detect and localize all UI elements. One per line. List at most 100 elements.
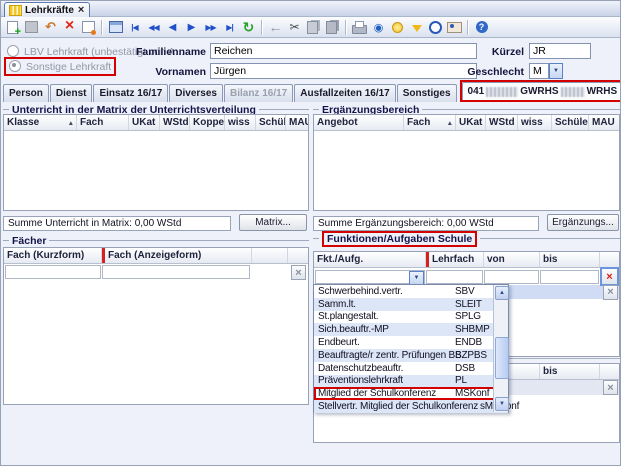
geschlecht-field[interactable]	[529, 63, 549, 79]
col-mau[interactable]: MAU	[286, 115, 308, 130]
col-klasse[interactable]: Klasse	[4, 115, 77, 130]
nav-next-icon[interactable]	[182, 19, 201, 36]
col-schueler[interactable]: Schüler	[256, 115, 286, 130]
nav-prev-icon[interactable]	[163, 19, 182, 36]
cut-icon[interactable]	[285, 19, 304, 36]
faecher-group-title: Fächer	[3, 234, 309, 247]
tab-dienst[interactable]: Dienst	[50, 84, 93, 102]
ergaenzung-table: Angebot Fach UKat WStd wiss Schüler MAU	[313, 114, 620, 211]
tab-ausfallzeiten[interactable]: Ausfallzeiten 16/17	[294, 84, 395, 102]
dropdown-item[interactable]: Datenschutzbeauftr.DSB	[314, 362, 508, 375]
von-input[interactable]	[484, 270, 539, 284]
fach-kurzform-input[interactable]	[5, 265, 101, 279]
col-bis[interactable]: bis	[540, 252, 600, 267]
ergaenzung-table-header: Angebot Fach UKat WStd wiss Schüler MAU	[314, 115, 619, 131]
kuerzel-field[interactable]	[529, 43, 591, 59]
dropdown-item[interactable]: Schwerbehind.vertr.SBV	[314, 285, 508, 298]
dropdown-item[interactable]: Beauftragte/r zentr. Prüfungen BSBZPBS	[314, 349, 508, 362]
funktionen-table-header: Fkt./Aufg. Lehrfach von bis	[314, 252, 619, 268]
col-von[interactable]: von	[484, 252, 540, 267]
tab-einsatz[interactable]: Einsatz 16/17	[93, 84, 168, 102]
delete-row-button[interactable]: ×	[600, 267, 619, 286]
copy-icon[interactable]	[304, 19, 323, 36]
col-fach-anzeigeform[interactable]: Fach (Anzeigeform)	[102, 248, 252, 263]
dropdown-item[interactable]: PräventionslehrkraftPL	[314, 375, 508, 388]
paste-icon[interactable]	[323, 19, 342, 36]
nav-first-icon[interactable]	[125, 19, 144, 36]
nav-fast-prev-icon[interactable]	[144, 19, 163, 36]
clock-icon[interactable]	[426, 19, 445, 36]
ergaenzung-button[interactable]: Ergänzungs...	[547, 214, 619, 231]
bis-input[interactable]	[540, 270, 599, 284]
filter-icon[interactable]	[407, 19, 426, 36]
toolbar-separator	[345, 20, 347, 35]
nav-last-icon[interactable]	[220, 19, 239, 36]
dropdown-item-highlighted[interactable]: Mitglied der SchulkonferenzMSKonf	[314, 387, 508, 400]
fkt-aufg-dropdown-list: Schwerbehind.vertr.SBV Samm.lt.SLEIT St.…	[313, 284, 509, 413]
save-icon[interactable]	[22, 19, 41, 36]
dropdown-item[interactable]: Stellvertr. Mitglied der Schulkonferenzs…	[314, 400, 508, 413]
dropdown-item[interactable]: Endbeurt.ENDB	[314, 336, 508, 349]
col-koppel[interactable]: Koppel	[190, 115, 225, 130]
col-fach-kurzform[interactable]: Fach (Kurzform)	[4, 248, 102, 263]
col-wiss[interactable]: wiss	[225, 115, 256, 130]
page-tabs: Person Dienst Einsatz 16/17 Diverses Bil…	[3, 83, 621, 102]
undo-icon[interactable]	[41, 19, 60, 36]
delete-row-button[interactable]: ×	[603, 285, 618, 300]
delete-row-button[interactable]: ×	[603, 380, 618, 395]
col-fkt-aufg[interactable]: Fkt./Aufg.	[314, 252, 426, 267]
close-icon[interactable]: ×	[78, 6, 84, 15]
fach-anzeigeform-input[interactable]	[102, 265, 250, 279]
tab-school[interactable]: 041 GWRHS WRHS	[462, 82, 621, 100]
delete-row-button[interactable]: ×	[291, 265, 306, 280]
dropdown-scrollbar[interactable]	[493, 285, 508, 412]
funktionen-edit-row: ×	[314, 268, 619, 285]
nav-fast-next-icon[interactable]	[201, 19, 220, 36]
window-icon[interactable]	[106, 19, 125, 36]
col-ukat[interactable]: UKat	[129, 115, 160, 130]
lehrkraefte-window: Lehrkräfte × LBV Lehrkraf	[0, 0, 621, 466]
faecher-table-header: Fach (Kurzform) Fach (Anzeigeform)	[4, 248, 308, 264]
tab-person[interactable]: Person	[3, 84, 49, 102]
col-ukat[interactable]: UKat	[456, 115, 486, 130]
tab-sonstiges[interactable]: Sonstiges	[397, 84, 457, 102]
col-fach[interactable]: Fach	[404, 115, 456, 130]
delete-record-icon[interactable]	[60, 19, 79, 36]
scroll-up-icon[interactable]	[495, 286, 509, 300]
view-icon[interactable]	[369, 19, 388, 36]
scroll-down-icon[interactable]	[495, 397, 509, 411]
help-icon[interactable]	[472, 19, 491, 36]
scrollbar-thumb[interactable]	[495, 337, 509, 379]
dropdown-item[interactable]: Sich.beauftr.-MPSHBMP	[314, 323, 508, 336]
col-schueler[interactable]: Schüler	[552, 115, 589, 130]
fkt-aufg-dropdown-button[interactable]	[409, 271, 424, 285]
print-icon[interactable]	[350, 19, 369, 36]
document-tab-lehrkraefte[interactable]: Lehrkräfte ×	[4, 2, 90, 18]
edit-form-icon[interactable]	[79, 19, 98, 36]
col-wiss[interactable]: wiss	[518, 115, 552, 130]
matrix-button[interactable]: Matrix...	[239, 214, 307, 231]
dropdown-item[interactable]: St.plangestalt.SPLG	[314, 311, 508, 324]
col-lehrfach[interactable]: Lehrfach	[426, 252, 484, 267]
familienname-field[interactable]	[210, 43, 477, 59]
sonstige-lehrkraft-radio[interactable]	[9, 60, 21, 72]
refresh-icon[interactable]	[239, 19, 258, 36]
back-arrow-icon[interactable]	[266, 19, 285, 36]
col-fach[interactable]: Fach	[77, 115, 129, 130]
lbv-lehrkraft-radio[interactable]	[7, 45, 19, 57]
tab-diverses[interactable]: Diverses	[169, 84, 223, 102]
vornamen-field[interactable]	[210, 63, 477, 79]
lehrfach-input[interactable]	[426, 270, 483, 284]
dropdown-item[interactable]: Samm.lt.SLEIT	[314, 298, 508, 311]
col-wstd[interactable]: WStd	[160, 115, 190, 130]
geschlecht-dropdown-button[interactable]	[549, 63, 563, 79]
col-mau[interactable]: MAU	[589, 115, 619, 130]
person-card-icon[interactable]	[445, 19, 464, 36]
col-wstd[interactable]: WStd	[486, 115, 518, 130]
col-bis[interactable]: bis	[540, 364, 600, 379]
new-record-icon[interactable]	[3, 19, 22, 36]
hint-icon[interactable]	[388, 19, 407, 36]
fkt-aufg-combobox[interactable]	[315, 270, 425, 284]
col-angebot[interactable]: Angebot	[314, 115, 404, 130]
tab-bilanz: Bilanz 16/17	[224, 84, 293, 102]
